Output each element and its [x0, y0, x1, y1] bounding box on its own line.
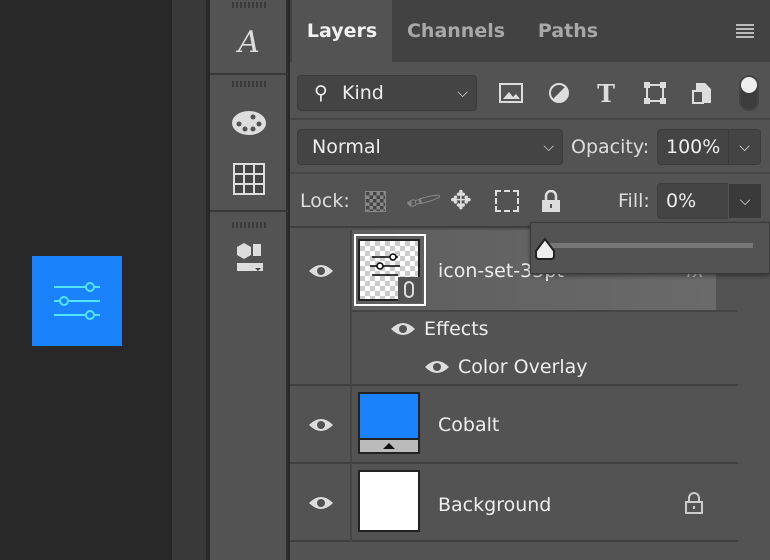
- fill-field[interactable]: 0% ⌵: [657, 183, 762, 219]
- layer-thumbnail: [358, 239, 422, 303]
- type-filter-icon[interactable]: T: [593, 79, 619, 108]
- layer-lock-icon[interactable]: [684, 492, 704, 514]
- layer-row-cobalt[interactable]: Cobalt: [290, 386, 738, 464]
- layer-thumbnail: [358, 470, 420, 532]
- visibility-eye-icon[interactable]: [308, 495, 334, 511]
- layer-row-background[interactable]: Background: [290, 464, 738, 542]
- filter-toggle[interactable]: [739, 75, 759, 111]
- lock-label: Lock:: [300, 190, 350, 212]
- swatches-palette-icon[interactable]: [229, 103, 269, 143]
- effect-name[interactable]: Color Overlay: [458, 356, 588, 378]
- 3d-materials-icon[interactable]: [229, 238, 269, 278]
- smart-object-link-icon: [398, 277, 422, 303]
- panel-tabs: Layers Channels Paths: [290, 0, 770, 62]
- search-icon: ⚲: [314, 82, 328, 104]
- grid-icon[interactable]: [229, 159, 269, 199]
- image-filter-icon[interactable]: [498, 80, 524, 106]
- panel-icon-dock: A: [210, 0, 288, 560]
- panel-menu-icon[interactable]: [736, 24, 754, 38]
- lock-artboard-icon[interactable]: [495, 190, 519, 212]
- tab-channels[interactable]: Channels: [394, 0, 518, 62]
- adjustment-filter-icon[interactable]: [546, 80, 572, 106]
- opacity-field[interactable]: 100% ⌵: [657, 129, 761, 165]
- canvas-preview: [32, 256, 122, 346]
- layers-scrollbar[interactable]: [738, 230, 770, 560]
- fill-slider-track[interactable]: [545, 243, 753, 248]
- opacity-label: Opacity:: [571, 136, 650, 158]
- chevron-down-icon: ⌵: [457, 85, 468, 101]
- layer-name[interactable]: Cobalt: [438, 414, 499, 436]
- lock-transparent-pixels-icon[interactable]: [365, 191, 386, 212]
- layer-thumbnail: [358, 392, 420, 454]
- fill-slider-popup: [530, 222, 770, 274]
- shape-filter-icon[interactable]: [642, 80, 668, 106]
- effects-label[interactable]: Effects: [424, 318, 489, 340]
- filter-kind-label: Kind: [342, 82, 384, 104]
- smart-object-filter-icon[interactable]: [690, 80, 716, 106]
- effects-visibility-eye-icon[interactable]: [390, 321, 416, 337]
- lock-position-icon[interactable]: ✥: [450, 186, 472, 216]
- lock-all-icon[interactable]: [541, 189, 561, 216]
- effect-visibility-eye-icon[interactable]: [424, 359, 450, 375]
- blend-mode-dropdown[interactable]: Normal ⌵: [297, 129, 563, 165]
- visibility-eye-icon[interactable]: [308, 417, 334, 433]
- fill-slider-handle[interactable]: [533, 237, 557, 261]
- fill-label: Fill:: [618, 190, 650, 212]
- panel-dock-strip: [172, 0, 208, 560]
- sliders-icon: [54, 282, 100, 320]
- chevron-down-icon: ⌵: [543, 139, 554, 155]
- canvas: [0, 0, 172, 560]
- visibility-eye-icon[interactable]: [308, 263, 334, 279]
- layer-name[interactable]: Background: [438, 494, 551, 516]
- lock-image-pixels-icon[interactable]: 🖌︎: [403, 180, 443, 219]
- filter-kind-dropdown[interactable]: ⚲ Kind ⌵: [297, 75, 477, 111]
- fill-value: 0%: [666, 190, 697, 212]
- tab-paths[interactable]: Paths: [522, 0, 614, 62]
- chevron-down-icon[interactable]: ⌵: [728, 130, 760, 164]
- layers-panel: Layers Channels Paths ⚲ Kind ⌵ T Normal ⌵ …: [290, 0, 770, 560]
- opacity-value: 100%: [666, 136, 721, 158]
- character-style-icon[interactable]: A: [229, 22, 269, 62]
- chevron-down-icon[interactable]: ⌵: [728, 183, 762, 219]
- tab-layers[interactable]: Layers: [292, 0, 392, 62]
- blend-mode-value: Normal: [312, 136, 381, 158]
